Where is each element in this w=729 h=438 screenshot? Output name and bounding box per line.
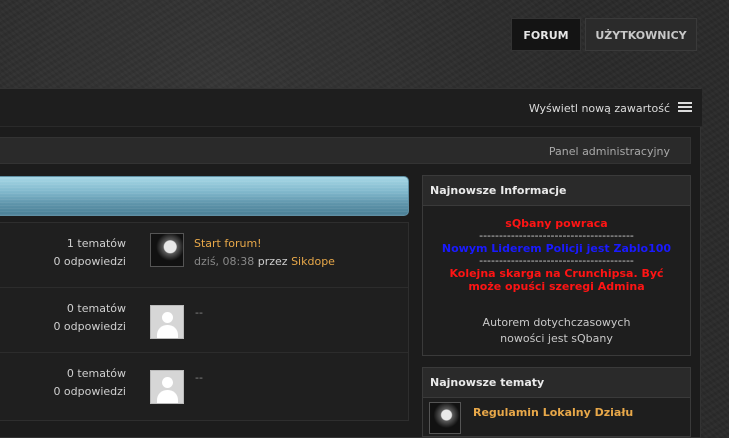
content-toolbar: Wyświetl nową zawartość <box>0 89 702 127</box>
topics-count: 0 tematów <box>66 302 126 315</box>
replies-count: 0 odpowiedzi <box>53 320 126 333</box>
last-post-placeholder: -- <box>195 371 203 384</box>
last-post-placeholder: -- <box>195 306 203 319</box>
topic-title[interactable]: Regulamin Lokalny Działu <box>473 406 673 419</box>
category-header[interactable] <box>0 176 409 216</box>
last-post-title[interactable]: Start forum! <box>194 237 262 250</box>
replies-count: 0 odpowiedzi <box>53 385 126 398</box>
avatar[interactable] <box>150 370 184 404</box>
avatar[interactable] <box>429 402 461 434</box>
latest-news-box: Najnowsze Informacje sQbany powraca ----… <box>422 175 691 356</box>
admin-bar: Panel administracyjny <box>0 137 691 164</box>
avatar[interactable] <box>150 305 184 339</box>
news-author-note: Autorem dotychczasowych nowości jest sQb… <box>482 316 631 345</box>
news-separator: --------------------------------------- <box>479 254 634 267</box>
tab-forum[interactable]: FORUM <box>511 18 581 51</box>
last-post-by: przez <box>257 255 288 268</box>
admin-panel-link[interactable]: Panel administracyjny <box>549 145 670 158</box>
topics-count: 0 tematów <box>66 367 126 380</box>
replies-count: 0 odpowiedzi <box>53 255 126 268</box>
latest-news-title: Najnowsze Informacje <box>423 176 690 206</box>
forum-list: 1 tematów 0 odpowiedzi Start forum! dziś… <box>0 222 409 421</box>
last-post-author[interactable]: Sikdope <box>291 255 335 268</box>
tab-users[interactable]: UŻYTKOWNICY <box>585 18 697 51</box>
forum-row[interactable]: 0 tematów 0 odpowiedzi -- <box>0 353 408 418</box>
forum-row[interactable]: 1 tematów 0 odpowiedzi Start forum! dziś… <box>0 223 408 288</box>
latest-topics-title: Najnowsze tematy <box>423 368 690 398</box>
last-post-time: dziś, 08:38 <box>194 255 255 268</box>
last-post-meta: dziś, 08:38 przez Sikdope <box>194 255 335 268</box>
news-separator: --------------------------------------- <box>479 229 634 242</box>
view-new-content-link[interactable]: Wyświetl nową zawartość <box>529 102 670 115</box>
forum-row[interactable]: 0 tematów 0 odpowiedzi -- <box>0 288 408 353</box>
avatar[interactable] <box>150 233 184 267</box>
list-icon[interactable] <box>678 102 692 112</box>
news-line: Kolejna skarga na Crunchipsa. Być może o… <box>449 267 664 293</box>
latest-topics-box: Najnowsze tematy Regulamin Lokalny Dział… <box>422 367 691 437</box>
topics-count: 1 tematów <box>66 237 126 250</box>
